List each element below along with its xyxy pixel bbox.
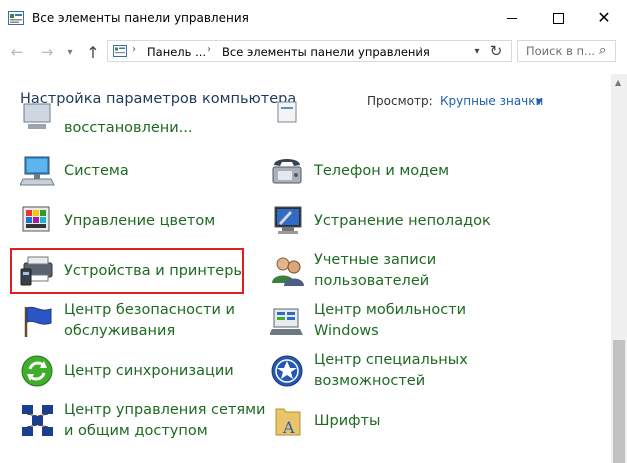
document-icon <box>277 101 297 123</box>
view-by-dropdown[interactable]: Крупные значки <box>440 94 543 108</box>
up-button[interactable]: ↑ <box>82 41 104 63</box>
page-title: Настройка параметров компьютера <box>20 91 297 107</box>
item-label: пользователей <box>314 273 430 289</box>
maximize-button[interactable] <box>535 0 581 36</box>
mobility-center-icon <box>270 308 303 335</box>
item-label: Центр специальных <box>314 352 468 368</box>
forward-button[interactable]: → <box>36 41 58 63</box>
item-label: обслуживания <box>64 323 176 339</box>
network-sharing-icon <box>22 405 53 436</box>
highlight-box <box>10 248 244 294</box>
security-maintenance-icon <box>24 306 52 337</box>
item-network-sharing[interactable]: Центр управления сетями и общим доступом <box>20 400 265 444</box>
item-color-management[interactable]: Управление цветом <box>20 200 250 244</box>
item-label: Система <box>64 163 129 179</box>
close-icon: ✕ <box>597 8 611 27</box>
address-bar[interactable]: › Панель ... › Все элементы панели управ… <box>107 40 512 62</box>
recent-locations-button[interactable]: ▾ <box>63 41 77 63</box>
item-label: Учетные записи <box>314 252 437 268</box>
control-panel-icon <box>113 45 127 57</box>
chevron-down-icon[interactable]: ▼ <box>536 97 542 106</box>
breadcrumb-separator[interactable]: › <box>419 44 423 55</box>
recovery-icon <box>23 103 51 129</box>
breadcrumb-separator[interactable]: › <box>207 44 211 55</box>
control-panel-icon <box>8 11 24 25</box>
item-system[interactable]: Система <box>20 150 250 194</box>
troubleshooting-icon <box>274 206 302 234</box>
system-icon <box>20 156 55 186</box>
item-label: Центр управления сетями <box>64 402 266 418</box>
search-placeholder: Поиск в п... <box>526 44 595 58</box>
item-mobility-center[interactable]: Центр мобильности Windows <box>270 300 570 344</box>
address-dropdown-button[interactable]: ▾ <box>468 41 486 61</box>
breadcrumb-item[interactable]: Все элементы панели управления <box>222 45 430 59</box>
back-button[interactable]: ← <box>6 41 28 63</box>
search-icon: ⌕ <box>599 43 607 58</box>
navigation-bar: ← → ▾ ↑ › Панель ... › Все элементы пане… <box>0 36 627 68</box>
item-troubleshooting[interactable]: Устранение неполадок <box>270 200 570 244</box>
item-fonts[interactable]: A Шрифты <box>270 400 570 444</box>
search-box[interactable]: Поиск в п... ⌕ <box>517 40 616 62</box>
item-label: возможностей <box>314 373 426 389</box>
item-label: восстановлени... <box>64 120 193 136</box>
item-label: Устранение неполадок <box>314 213 491 229</box>
title-bar: Все элементы панели управления ✕ <box>0 0 627 36</box>
svg-text:A: A <box>282 418 295 437</box>
scroll-up-icon[interactable]: ▲ <box>615 78 621 87</box>
item-label: Телефон и модем <box>314 163 450 179</box>
view-by-label: Просмотр: <box>367 94 433 108</box>
user-accounts-icon <box>272 257 304 286</box>
item-label: Центр синхронизации <box>64 363 234 379</box>
item-label: Центр безопасности и <box>64 302 235 318</box>
minimize-icon <box>507 17 517 19</box>
item-label: Центр мобильности <box>314 302 467 318</box>
item-phone-modem[interactable]: Телефон и модем <box>270 150 570 194</box>
item-security-maintenance[interactable]: Центр безопасности и обслуживания <box>20 300 250 344</box>
item-ease-of-access[interactable]: Центр специальных возможностей <box>270 350 570 394</box>
refresh-icon: ↻ <box>489 42 503 60</box>
color-management-icon <box>22 206 50 232</box>
phone-modem-icon <box>272 159 302 184</box>
vertical-scrollbar[interactable]: ▲ <box>611 74 627 463</box>
item-sync-center[interactable]: Центр синхронизации <box>20 350 250 394</box>
breadcrumb-item[interactable]: Панель ... <box>147 45 206 59</box>
scrollbar-thumb[interactable] <box>613 340 625 463</box>
close-button[interactable]: ✕ <box>581 0 627 36</box>
item-label: и общим доступом <box>64 423 208 439</box>
sync-center-icon <box>21 355 53 387</box>
breadcrumb-separator: › <box>132 44 136 55</box>
window-title: Все элементы панели управления <box>32 11 249 25</box>
minimize-button[interactable] <box>489 0 535 36</box>
item-label: Windows <box>314 323 379 339</box>
fonts-icon: A <box>275 408 301 437</box>
ease-of-access-icon <box>271 355 303 387</box>
maximize-icon <box>552 12 564 24</box>
item-user-accounts[interactable]: Учетные записи пользователей <box>270 250 570 294</box>
item-label: Шрифты <box>314 413 381 429</box>
refresh-button[interactable]: ↻ <box>485 40 507 62</box>
item-label: Управление цветом <box>64 213 216 229</box>
